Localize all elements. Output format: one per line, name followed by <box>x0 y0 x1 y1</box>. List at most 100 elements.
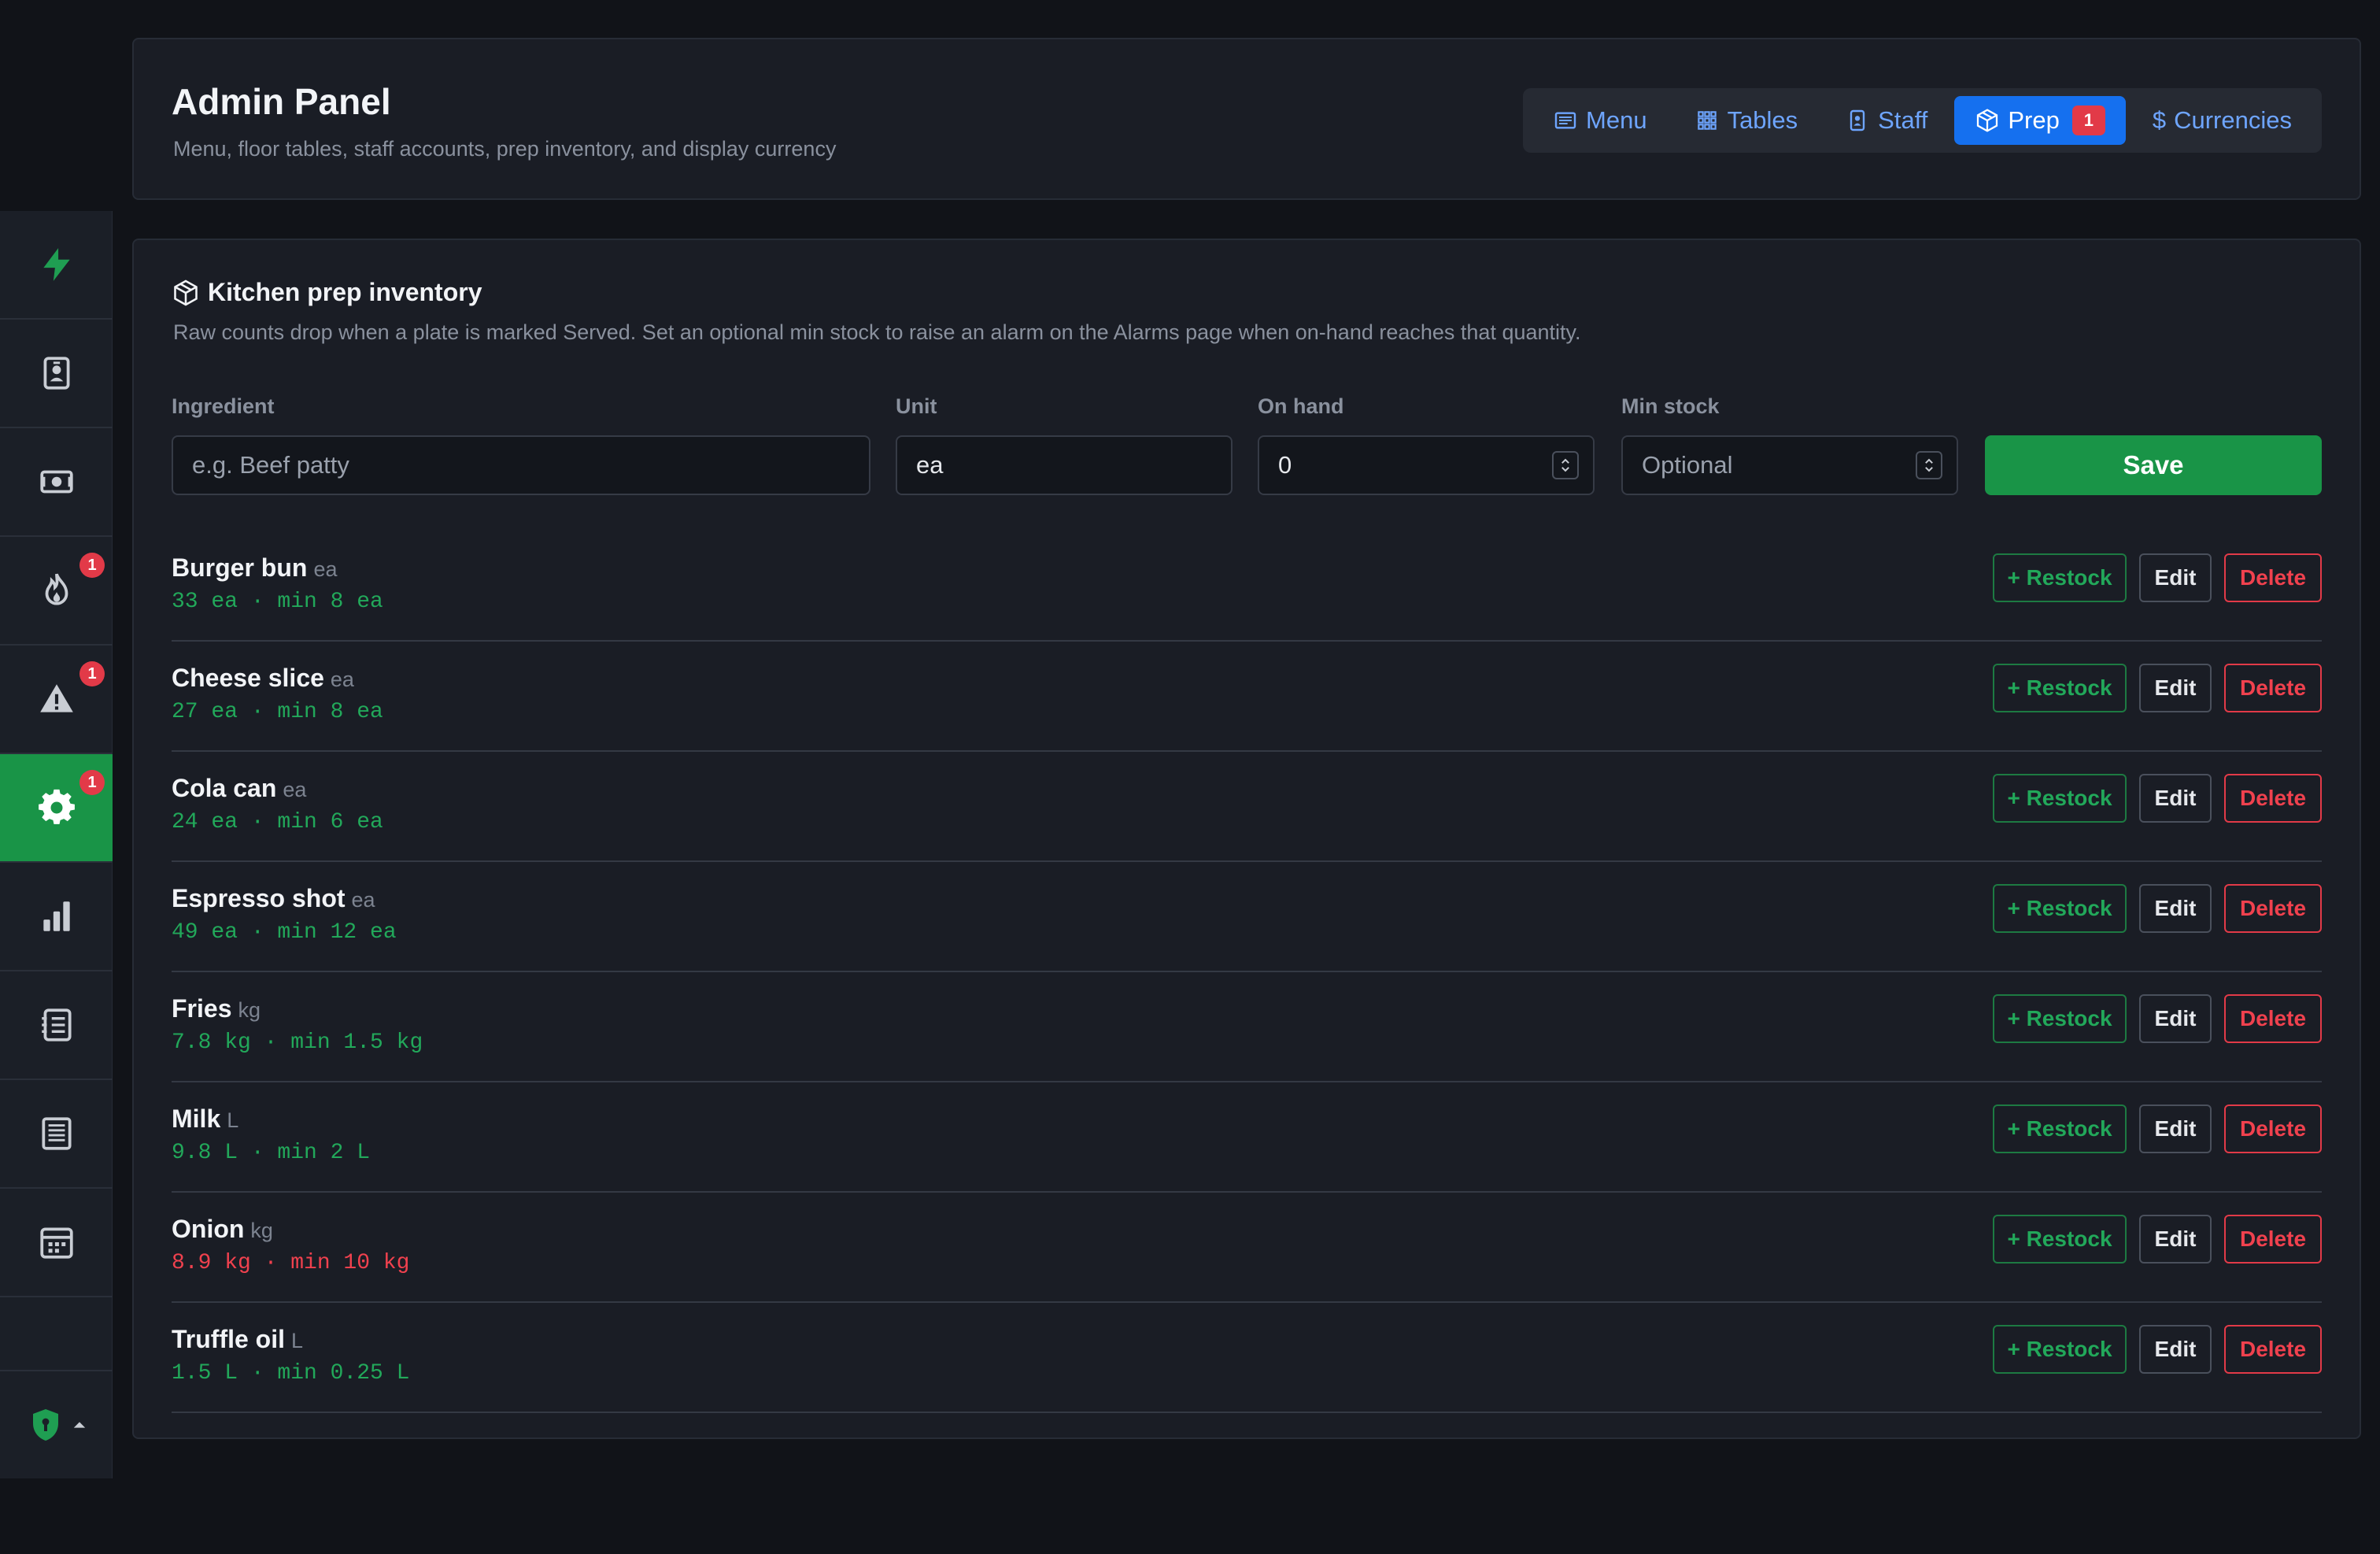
stock-level: 27 ea · min 8 ea <box>172 700 383 724</box>
sidebar-item-schedule[interactable] <box>0 1189 113 1297</box>
delete-button[interactable]: Delete <box>2224 1104 2322 1153</box>
sidebar-item-dashboard[interactable] <box>0 211 113 320</box>
cash-icon <box>39 470 73 494</box>
restock-button[interactable]: + Restock <box>1993 1215 2127 1264</box>
onhand-stepper[interactable] <box>1552 451 1579 479</box>
ingredient-input[interactable]: e.g. Beef patty <box>172 435 870 495</box>
edit-button[interactable]: Edit <box>2139 1104 2212 1153</box>
restock-button[interactable]: + Restock <box>1993 994 2127 1043</box>
edit-button[interactable]: Edit <box>2139 994 2212 1043</box>
ledger-icon <box>41 1008 72 1042</box>
stock-level: 9.8 L · min 2 L <box>172 1141 371 1165</box>
sidebar-item-reports[interactable] <box>0 863 113 971</box>
delete-button[interactable]: Delete <box>2224 994 2322 1043</box>
onhand-value: 0 <box>1278 451 1292 479</box>
sidebar-item-alarms[interactable]: 1 <box>0 646 113 754</box>
edit-button[interactable]: Edit <box>2139 1215 2212 1264</box>
sidebar-badge: 1 <box>79 553 105 578</box>
edit-button[interactable]: Edit <box>2139 774 2212 823</box>
restock-button[interactable]: + Restock <box>1993 664 2127 712</box>
minstock-label: Min stock <box>1621 394 1720 418</box>
tab-label: Menu <box>1586 106 1647 134</box>
section-title-text: Kitchen prep inventory <box>208 278 482 306</box>
page-subtitle: Menu, floor tables, staff accounts, prep… <box>173 137 837 161</box>
edit-button[interactable]: Edit <box>2139 553 2212 602</box>
ingredient-name-text: Fries <box>172 994 232 1023</box>
gear-icon <box>38 789 75 824</box>
list-item: Truffle oil L 1.5 L · min 0.25 L + Restock E… <box>172 1303 2322 1413</box>
delete-button[interactable]: Delete <box>2224 884 2322 933</box>
ingredient-label: Ingredient <box>172 394 275 418</box>
list-item: Milk L 9.8 L · min 2 L + Restock Edit Delete <box>172 1082 2322 1193</box>
ingredient-name-text: Espresso shot <box>172 884 346 912</box>
ingredient-unit: ea <box>283 778 307 801</box>
box-icon <box>1977 109 1998 132</box>
list-item: Cheese slice ea 27 ea · min 8 ea + Restock E… <box>172 642 2322 752</box>
stepper-arrows-icon <box>1925 458 1933 472</box>
tab-prep[interactable]: Prep 1 <box>1954 96 2126 145</box>
tab-label: Prep <box>2008 106 2060 134</box>
sidebar-item-staff[interactable] <box>0 320 113 428</box>
tab-menu[interactable]: Menu <box>1532 96 1668 145</box>
restock-button[interactable]: + Restock <box>1993 884 2127 933</box>
header-card: Admin Panel Menu, floor tables, staff ac… <box>132 38 2361 200</box>
stock-level: 49 ea · min 12 ea <box>172 920 397 945</box>
ingredient-unit: kg <box>250 1219 273 1242</box>
sidebar-badge: 1 <box>79 770 105 795</box>
row-actions: + Restock Edit Delete <box>1993 1325 2322 1374</box>
row-actions: + Restock Edit Delete <box>1993 1104 2322 1153</box>
delete-button[interactable]: Delete <box>2224 553 2322 602</box>
bolt-icon <box>42 248 70 281</box>
stepper-arrows-icon <box>1561 458 1569 472</box>
row-actions: + Restock Edit Delete <box>1993 884 2322 933</box>
sidebar-item-receipts[interactable] <box>0 1080 113 1189</box>
tab-badge: 1 <box>2071 105 2105 135</box>
restock-button[interactable]: + Restock <box>1993 1104 2127 1153</box>
row-actions: + Restock Edit Delete <box>1993 1215 2322 1264</box>
stock-level: 7.8 kg · min 1.5 kg <box>172 1030 423 1055</box>
list-item: Cola can ea 24 ea · min 6 ea + Restock Edit D… <box>172 752 2322 862</box>
save-button[interactable]: Save <box>1985 435 2322 495</box>
ingredient-name: Truffle oil L <box>172 1325 303 1354</box>
onhand-label: On hand <box>1258 394 1344 418</box>
tab-tables[interactable]: Tables <box>1674 96 1819 145</box>
section-title: Kitchen prep inventory <box>172 278 482 307</box>
sidebar-item-orders[interactable] <box>0 971 113 1080</box>
stock-level: 33 ea · min 8 ea <box>172 590 383 614</box>
unit-input[interactable]: ea <box>896 435 1232 495</box>
minstock-input[interactable]: Optional <box>1621 435 1958 495</box>
list-item: Burger bun ea 33 ea · min 8 ea + Restock Edi… <box>172 531 2322 642</box>
tab-currencies[interactable]: $ Currencies <box>2132 96 2312 145</box>
sidebar-item-payments[interactable] <box>0 428 113 537</box>
restock-button[interactable]: + Restock <box>1993 774 2127 823</box>
stock-level: 1.5 L · min 0.25 L <box>172 1361 410 1386</box>
tab-staff[interactable]: Staff <box>1824 96 1948 145</box>
prep-inventory-card: Kitchen prep inventory Raw counts drop w… <box>132 239 2361 1439</box>
ingredient-name-text: Cheese slice <box>172 664 324 692</box>
restock-button[interactable]: + Restock <box>1993 553 2127 602</box>
minstock-stepper[interactable] <box>1916 451 1942 479</box>
sidebar-item-kitchen[interactable]: 1 <box>0 537 113 646</box>
delete-button[interactable]: Delete <box>2224 774 2322 823</box>
bar-chart-icon <box>42 901 70 931</box>
delete-button[interactable]: Delete <box>2224 1215 2322 1264</box>
edit-button[interactable]: Edit <box>2139 884 2212 933</box>
delete-button[interactable]: Delete <box>2224 1325 2322 1374</box>
edit-button[interactable]: Edit <box>2139 1325 2212 1374</box>
sidebar-item-admin[interactable]: 1 <box>0 754 113 863</box>
ingredient-unit: ea <box>313 557 338 581</box>
edit-button[interactable]: Edit <box>2139 664 2212 712</box>
sidebar-badge: 1 <box>79 661 105 686</box>
box-icon <box>174 279 198 305</box>
admin-tabs: Menu Tables Staff Prep 1 $ Currencies <box>1523 88 2322 153</box>
row-actions: + Restock Edit Delete <box>1993 774 2322 823</box>
ingredient-unit: L <box>291 1329 304 1352</box>
page-title: Admin Panel <box>172 81 391 122</box>
delete-button[interactable]: Delete <box>2224 664 2322 712</box>
onhand-input[interactable]: 0 <box>1258 435 1595 495</box>
restock-button[interactable]: + Restock <box>1993 1325 2127 1374</box>
inventory-list: Burger bun ea 33 ea · min 8 ea + Restock Edi… <box>172 531 2322 1413</box>
grid-icon <box>1697 111 1717 130</box>
security-menu-toggle[interactable] <box>0 1370 113 1478</box>
tab-label: Tables <box>1727 106 1798 134</box>
